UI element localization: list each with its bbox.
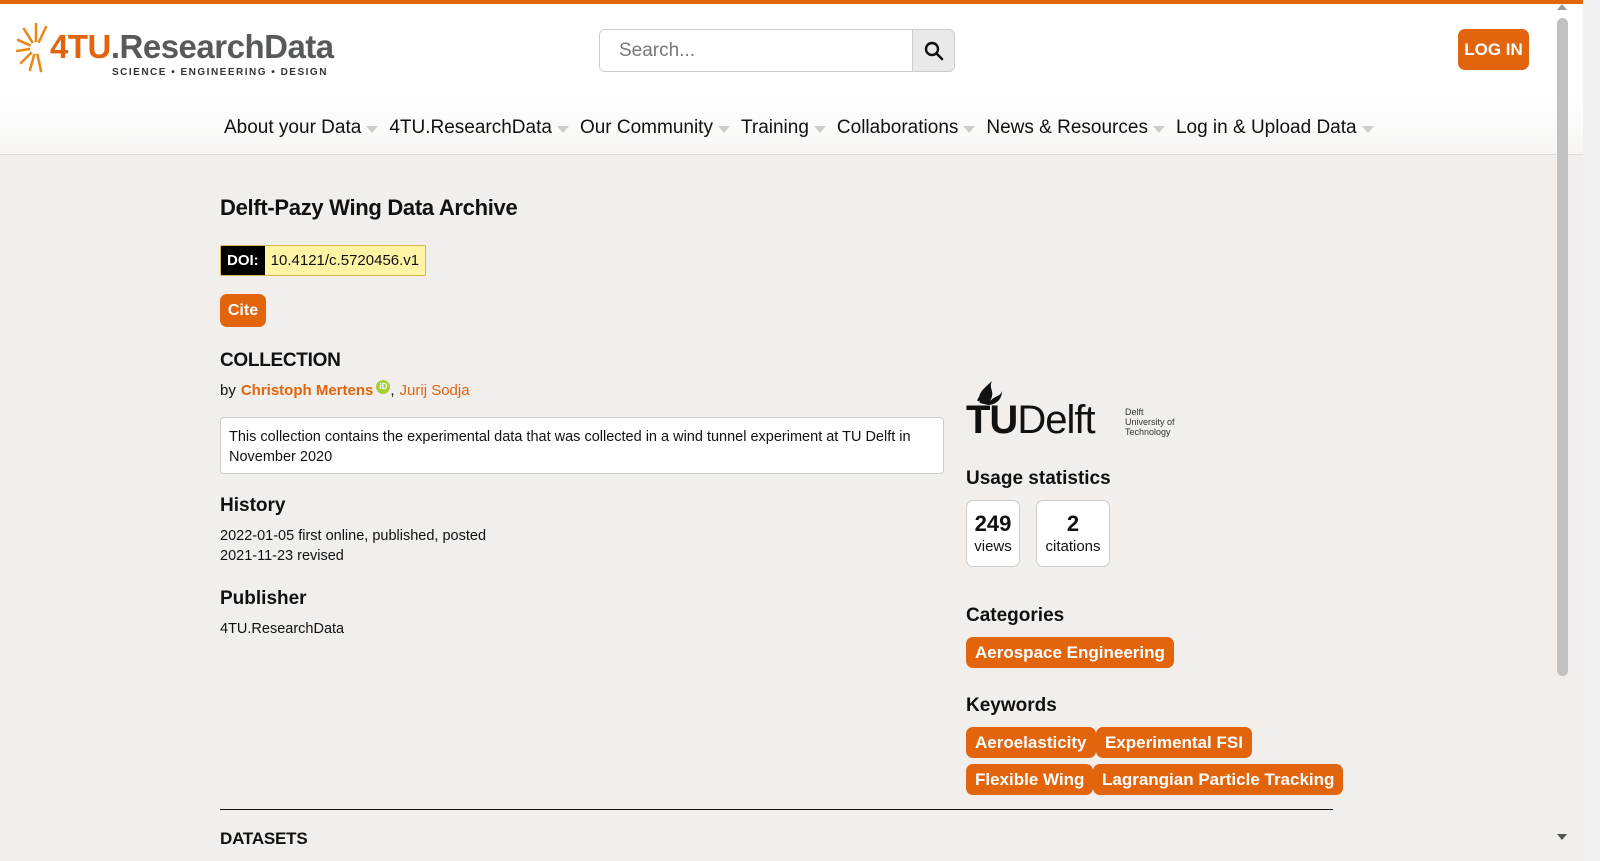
- usage-statistics-heading: Usage statistics: [966, 468, 1111, 489]
- main-navigation: About your Data 4TU.ResearchData Our Com…: [224, 117, 1385, 139]
- nav-item-label: News & Resources: [986, 117, 1148, 138]
- nav-item-collaborations[interactable]: Collaborations: [836, 117, 976, 139]
- tu-delft-wordmark: TUDelft: [966, 398, 1096, 442]
- cite-button[interactable]: Cite: [220, 294, 266, 327]
- views-label: views: [974, 537, 1012, 555]
- tu-delft-subtitle: Delft University of Technology: [1125, 407, 1175, 437]
- tu-delft-logo[interactable]: TUDelft Delft University of Technology: [966, 379, 1186, 445]
- views-count: 249: [974, 510, 1012, 536]
- scroll-down-arrow-icon[interactable]: [1557, 834, 1567, 840]
- scroll-up-arrow-icon[interactable]: [1557, 4, 1567, 10]
- chevron-down-icon: [963, 125, 976, 133]
- datasets-heading: DATASETS: [220, 829, 308, 848]
- doi-label: DOI:: [221, 246, 265, 275]
- nav-item-about-your-data[interactable]: About your Data: [224, 117, 379, 139]
- collection-description: This collection contains the experimenta…: [220, 417, 944, 474]
- publisher-heading: Publisher: [220, 588, 307, 609]
- by-label: by: [220, 382, 236, 399]
- page-title: Delft-Pazy Wing Data Archive: [220, 195, 518, 220]
- nav-item-label: Our Community: [579, 117, 713, 138]
- logo-tagline: SCIENCE • ENGINEERING • DESIGN: [112, 67, 328, 78]
- chevron-down-icon: [366, 125, 379, 133]
- chevron-down-icon: [813, 125, 826, 133]
- doi-value[interactable]: 10.4121/c.5720456.v1: [264, 246, 426, 275]
- search-icon: [924, 41, 943, 60]
- scrollbar-thumb[interactable]: [1557, 18, 1568, 676]
- nav-item-label: About your Data: [224, 117, 362, 138]
- author-link-christoph-mertens[interactable]: Christoph Mertens: [241, 382, 374, 399]
- chevron-down-icon: [556, 125, 569, 133]
- keyword-tag-flexible-wing[interactable]: Flexible Wing: [966, 764, 1094, 795]
- author-link-jurij-sodja[interactable]: Jurij Sodja: [400, 382, 470, 399]
- citations-stat: 2 citations: [1036, 500, 1110, 567]
- collection-type-label: COLLECTION: [220, 350, 341, 371]
- page-scrollbar[interactable]: [1583, 0, 1600, 861]
- keywords-heading: Keywords: [966, 695, 1057, 716]
- views-stat: 249 views: [966, 500, 1020, 567]
- keyword-tag-experimental-fsi[interactable]: Experimental FSI: [1096, 727, 1252, 758]
- nav-item-label: Log in & Upload Data: [1175, 117, 1357, 138]
- category-tag-aerospace-engineering[interactable]: Aerospace Engineering: [966, 637, 1174, 668]
- section-divider: [220, 809, 1333, 810]
- collection-page: Delft-Pazy Wing Data Archive DOI: 10.412…: [220, 155, 1344, 861]
- nav-item-login-upload[interactable]: Log in & Upload Data: [1176, 117, 1374, 139]
- citations-label: citations: [1045, 537, 1101, 555]
- search-button[interactable]: [912, 30, 954, 71]
- logo-wordmark: 4TU.ResearchData: [50, 28, 334, 65]
- chevron-down-icon: [1152, 125, 1165, 133]
- author-separator: ,: [390, 382, 395, 399]
- login-button[interactable]: LOG IN: [1458, 29, 1529, 70]
- nav-item-label: Collaborations: [836, 117, 959, 138]
- site-header: 4TU.ResearchData SCIENCE • ENGINEERING •…: [0, 4, 1583, 155]
- nav-item-label: 4TU.ResearchData: [389, 117, 552, 138]
- nav-item-4tu-researchdata[interactable]: 4TU.ResearchData: [389, 117, 569, 139]
- chevron-down-icon: [1361, 125, 1374, 133]
- nav-item-training[interactable]: Training: [741, 117, 826, 139]
- categories-heading: Categories: [966, 605, 1065, 626]
- nav-item-our-community[interactable]: Our Community: [580, 117, 730, 139]
- author-list: by Christoph Mertens iD , Jurij Sodja: [220, 379, 470, 399]
- search-box: [599, 29, 955, 72]
- keyword-tag-lagrangian-particle-tracking[interactable]: Lagrangian Particle Tracking: [1093, 764, 1344, 795]
- site-logo[interactable]: 4TU.ResearchData SCIENCE • ENGINEERING •…: [16, 18, 334, 82]
- keyword-tag-aeroelasticity[interactable]: Aeroelasticity: [966, 727, 1096, 758]
- history-heading: History: [220, 495, 286, 516]
- orcid-icon[interactable]: iD: [376, 379, 391, 394]
- nav-item-label: Training: [740, 117, 809, 138]
- publisher-name: 4TU.ResearchData: [220, 621, 345, 637]
- nav-item-news-resources[interactable]: News & Resources: [986, 117, 1165, 139]
- history-entry: 2022-01-05 first online, published, post…: [220, 528, 487, 544]
- citations-count: 2: [1066, 510, 1080, 536]
- doi-badge[interactable]: DOI: 10.4121/c.5720456.v1: [220, 245, 427, 276]
- history-entry: 2021-11-23 revised: [220, 548, 344, 564]
- chevron-down-icon: [717, 125, 730, 133]
- search-input[interactable]: [600, 30, 912, 71]
